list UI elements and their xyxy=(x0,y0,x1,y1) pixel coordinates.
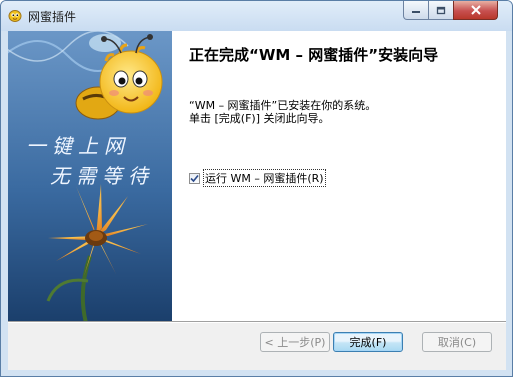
page-title: 正在完成“WM – 网蜜插件”安装向导 xyxy=(189,46,439,64)
title-bar[interactable]: 网蜜插件 xyxy=(1,1,512,31)
bee-app-icon xyxy=(8,10,22,22)
completion-message-line2: 单击 [完成(F)] 关闭此向导。 xyxy=(189,112,330,125)
banner-slogan-line2: 无需等待 xyxy=(50,164,154,188)
checkmark-icon xyxy=(190,174,199,182)
cancel-button[interactable]: 取消(C) xyxy=(422,332,492,352)
minimize-button[interactable] xyxy=(403,1,429,20)
window-title: 网蜜插件 xyxy=(28,10,77,24)
completion-message: “WM – 网蜜插件”已安装在你的系统。 单击 [完成(F)] 关闭此向导。 xyxy=(189,99,376,125)
minimize-icon xyxy=(412,11,420,13)
back-button[interactable]: < 上一步(P) xyxy=(260,332,330,352)
run-app-checkbox-label[interactable]: 运行 WM – 网蜜插件(R) xyxy=(203,169,326,187)
wizard-banner: 一键上网 无需等待 xyxy=(8,31,172,321)
maximize-button[interactable] xyxy=(428,1,454,20)
completion-message-line1: “WM – 网蜜插件”已安装在你的系统。 xyxy=(189,99,377,112)
wizard-client: 一键上网 无需等待 正在完成“WM – 网蜜插件”安装向导 “WM – 网蜜插件… xyxy=(8,31,506,370)
close-button[interactable] xyxy=(453,1,498,20)
wizard-content: 正在完成“WM – 网蜜插件”安装向导 “WM – 网蜜插件”已安装在你的系统。… xyxy=(172,31,506,321)
finish-button[interactable]: 完成(F) xyxy=(333,332,403,352)
close-icon xyxy=(470,5,481,15)
installer-window: 网蜜插件 一键上网 无需等待 正在完成“WM – 网蜜插件”安装向导 “WM –… xyxy=(0,0,513,377)
run-app-checkbox[interactable]: 运行 WM – 网蜜插件(R) xyxy=(189,169,326,187)
footer-divider xyxy=(8,321,506,322)
banner-slogan-line1: 一键上网 xyxy=(26,134,130,158)
banner-artwork: 一键上网 无需等待 xyxy=(8,31,172,321)
checkbox-box[interactable] xyxy=(189,172,200,184)
maximize-icon xyxy=(436,6,446,14)
